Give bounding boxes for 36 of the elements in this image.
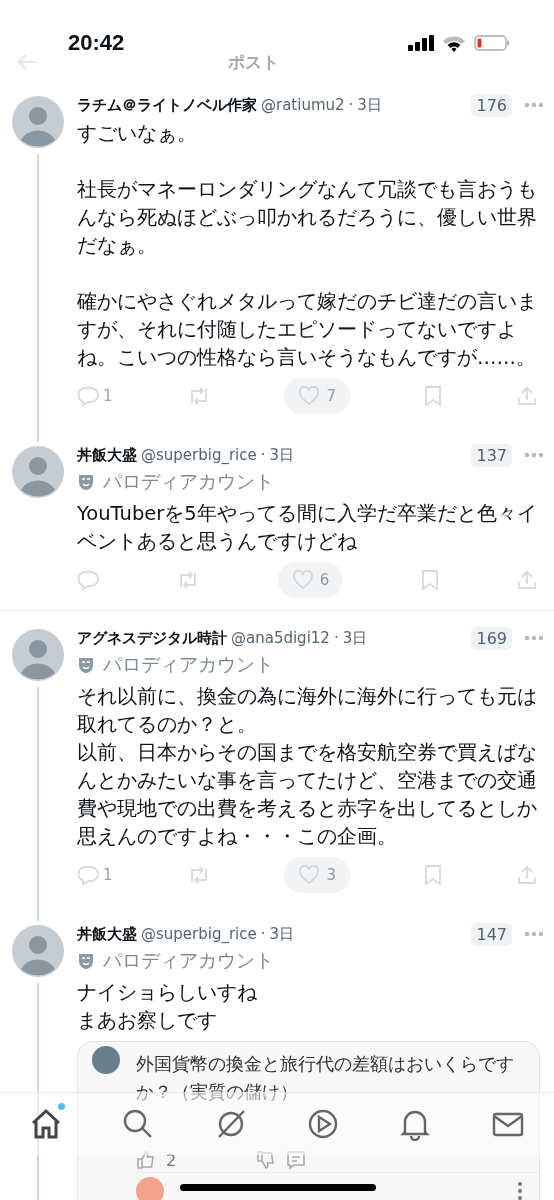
separator-dot: · (333, 629, 339, 647)
author-handle[interactable]: @ratiumu2 (261, 96, 345, 114)
parody-label: パロディアカウント (103, 469, 274, 494)
view-count: 147 (471, 922, 512, 946)
view-count: 169 (471, 626, 512, 650)
parody-label: パロディアカウント (103, 948, 274, 973)
post-text: 以前、日本からその国までを格安航空券で買えばなんとかみたいな事を言ってたけど、空港までの交通費や現地での出費を考えると赤字を出してるとしか思えんのですよね・・・この企画。 (77, 740, 538, 850)
post-text: YouTuberを5年やってる間に入学だ卒業だと色々イベントあると思うんですけどね (77, 501, 538, 555)
post-text: 確かにやさぐれメタルって嫁だのチビ達だの言いますが、それに付随したエピソードってないですよね。こいつの性格なら言いそうなもんですが……。 (77, 289, 538, 371)
author-name[interactable]: アグネスデジタル時計 (77, 628, 227, 648)
parody-label: パロディアカウント (103, 652, 274, 677)
author-handle[interactable]: @superbig_rice (141, 925, 257, 943)
author-name[interactable]: ラチム＠ライトノベル作家 (77, 95, 257, 115)
post-text: それ以前に、換金の為に海外に海外に行っても元は取れてるのか？と。 (77, 684, 538, 738)
post-time: 3日 (342, 628, 368, 648)
separator-dot: · (260, 925, 266, 943)
author-name[interactable]: 丼飯大盛 (77, 924, 137, 944)
author-name[interactable]: 丼飯大盛 (77, 445, 137, 465)
view-count: 176 (471, 93, 512, 117)
author-handle[interactable]: @ana5digi12 (231, 629, 330, 647)
separator-dot: · (348, 96, 354, 114)
like-count: 2 (166, 1150, 177, 1170)
post-text: ナイショらしいすね (77, 980, 258, 1006)
post-time: 3日 (269, 924, 295, 944)
status-time: 20:42 (68, 30, 125, 56)
post-text: すごいなぁ。 (77, 121, 198, 147)
quoted-text: 外国貨幣の換金と旅行代の差額はおいくらですか？（実質の儲け） (136, 1052, 515, 1104)
quoted-card[interactable]: 外国貨幣の換金と旅行代の差額はおいくらですか？（実質の儲け） 2 (77, 1041, 540, 1200)
header-title: ポスト (228, 50, 279, 74)
post-time: 3日 (269, 445, 295, 465)
separator-dot: · (260, 446, 266, 464)
post-text: まあお察しです (77, 1008, 218, 1034)
post-text: 社長がマネーロンダリングなんて冗談でも言おうもんなら死ぬほどぶっ叩かれるだろうに、優しい世界だなぁ。 (77, 177, 538, 259)
view-count: 137 (471, 443, 512, 467)
post-time: 3日 (357, 95, 382, 115)
author-handle[interactable]: @superbig_rice (141, 446, 257, 464)
